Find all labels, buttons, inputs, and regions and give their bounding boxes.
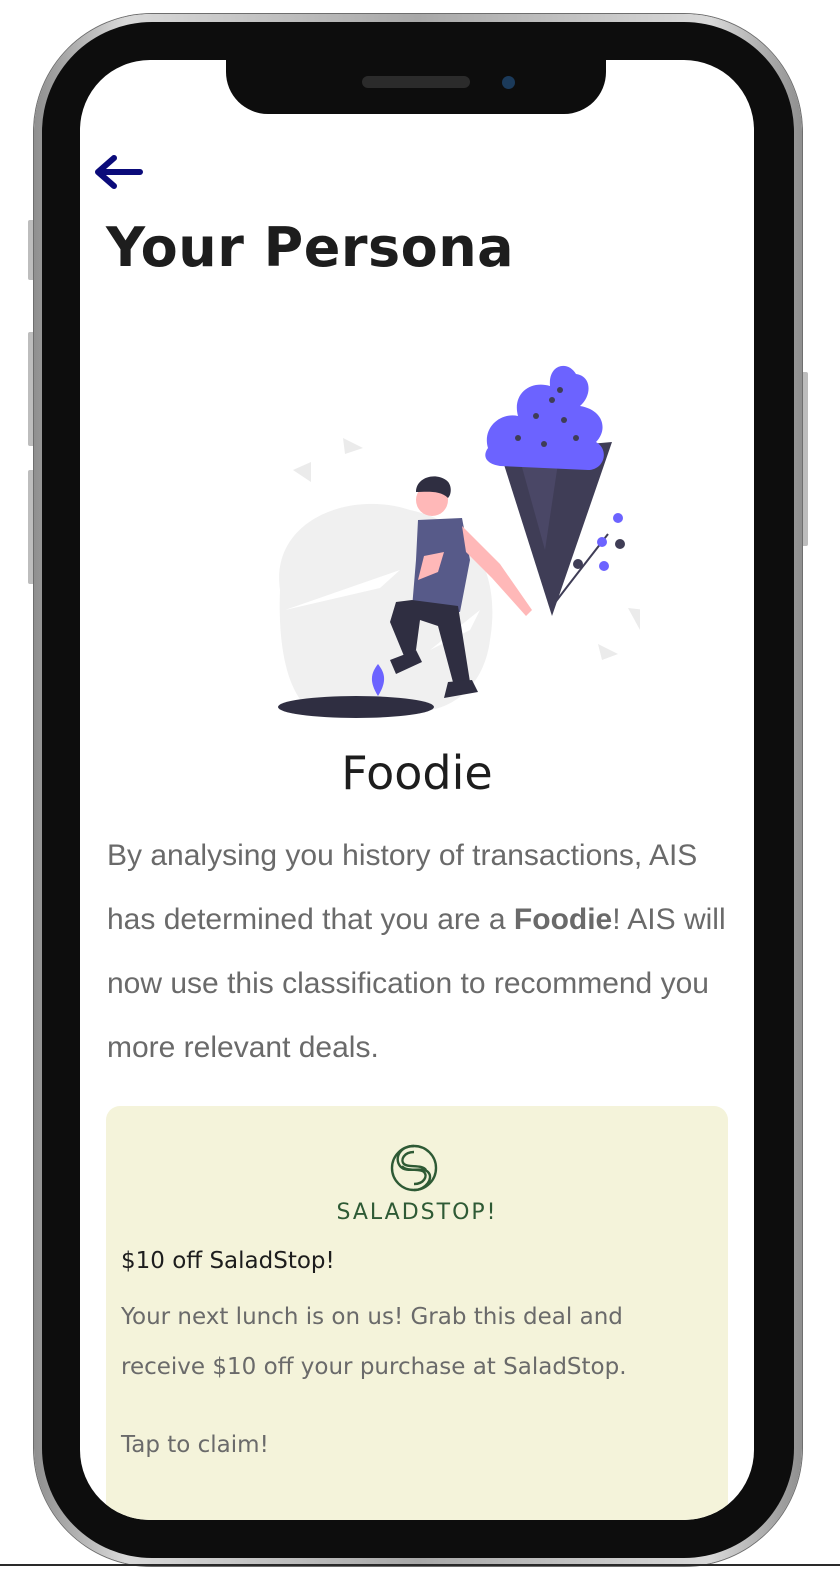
persona-name: Foodie: [341, 746, 493, 800]
description-highlight: Foodie: [513, 903, 613, 936]
persona-description: By analysing you history of transactions…: [107, 824, 737, 1080]
page-title: Your Persona: [106, 216, 515, 279]
brand-name: SALADSTOP!: [336, 1200, 498, 1225]
speaker-grille: [362, 76, 470, 88]
deal-description: Your next lunch is on us! Grab this deal…: [121, 1304, 627, 1380]
saladstop-logo-icon: [390, 1144, 438, 1192]
arrow-left-icon: [95, 155, 143, 189]
deal-title: $10 off SaladStop!: [121, 1248, 335, 1274]
page-bottom-border: [0, 1564, 840, 1566]
front-camera: [502, 76, 515, 89]
back-button[interactable]: [90, 150, 144, 194]
deal-card[interactable]: SALADSTOP! $10 off SaladStop! Your next …: [106, 1106, 728, 1520]
claim-deal-link[interactable]: Tap to claim!: [121, 1432, 269, 1458]
app-screen: Your Persona Foodie By analysing you his…: [80, 60, 754, 1520]
foodie-illustration: [278, 365, 640, 718]
